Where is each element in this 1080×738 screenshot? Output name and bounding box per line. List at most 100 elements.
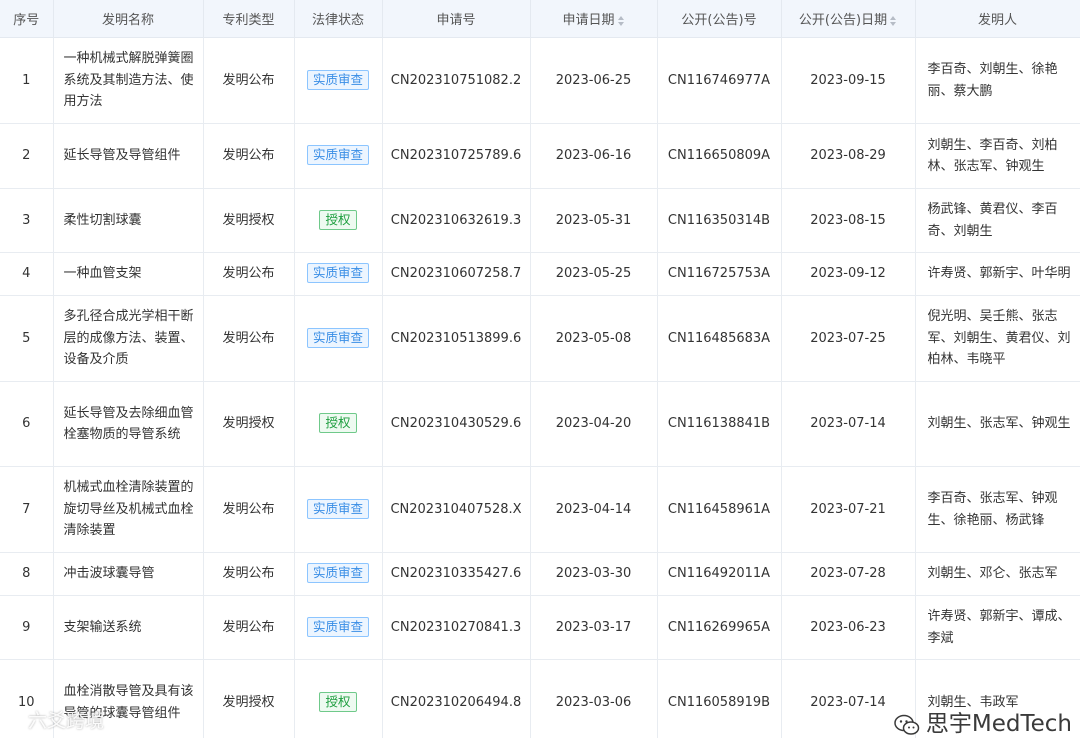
status-badge: 授权 xyxy=(319,209,357,230)
header-application-date-label: 申请日期 xyxy=(562,13,615,28)
cell-patent-type: 发明公布 xyxy=(203,552,295,596)
table-row[interactable]: 3 柔性切割球囊 发明授权 授权 CN202310632619.3 2023-05-31 C… xyxy=(0,188,1080,253)
cell-publication-date: 2023-07-14 xyxy=(781,381,916,467)
header-publication-date[interactable]: 公开(公告)日期 xyxy=(781,0,916,38)
cell-invention-name: 冲击波球囊导管 xyxy=(53,552,204,596)
status-badge: 授权 xyxy=(319,413,357,434)
header-publication-number: 公开(公告)号 xyxy=(657,0,782,38)
table-row[interactable]: 4 一种血管支架 发明公布 实质审查 CN202310607258.7 2023-05-2… xyxy=(0,252,1080,296)
watermark-right: 思宇MedTech xyxy=(894,704,1072,738)
cell-patent-type: 发明公布 xyxy=(203,595,295,660)
status-badge: 实质审查 xyxy=(306,327,369,348)
status-badge: 实质审查 xyxy=(306,616,369,637)
cell-index: 4 xyxy=(0,252,54,296)
table-row[interactable]: 6 延长导管及去除细血管栓塞物质的导管系统 发明授权 授权 CN202310430529… xyxy=(0,381,1080,467)
cell-application-date: 2023-06-25 xyxy=(530,37,658,124)
cell-patent-type: 发明公布 xyxy=(203,252,295,296)
header-index: 序号 xyxy=(0,0,54,38)
cell-patent-type: 发明公布 xyxy=(203,37,295,124)
cell-inventors: 刘朝生、张志军、钟观生 xyxy=(915,381,1080,467)
watermark-left: 六爻跨境 xyxy=(4,706,104,733)
cell-invention-name: 延长导管及导管组件 xyxy=(53,123,204,189)
cell-legal-status: 实质审查 xyxy=(294,295,383,382)
table-row[interactable]: 9 支架输送系统 发明公布 实质审查 CN202310270841.3 2023-03-1… xyxy=(0,595,1080,660)
cell-application-number: CN202310270841.3 xyxy=(382,595,531,660)
cell-inventors: 李百奇、刘朝生、徐艳丽、蔡大鹏 xyxy=(915,37,1080,124)
cell-publication-number: CN116458961A xyxy=(657,466,782,553)
cell-publication-number: CN116485683A xyxy=(657,295,782,382)
cell-publication-number: CN116058919B xyxy=(657,659,782,738)
cell-publication-date: 2023-07-21 xyxy=(781,466,916,553)
cell-application-number: CN202310430529.6 xyxy=(382,381,531,467)
table-row[interactable]: 7 机械式血栓清除装置的旋切导丝及机械式血栓清除装置 发明公布 实质审查 CN20231… xyxy=(0,466,1080,553)
cell-patent-type: 发明授权 xyxy=(203,381,295,467)
cell-patent-type: 发明授权 xyxy=(203,188,295,253)
cell-publication-number: CN116746977A xyxy=(657,37,782,124)
cell-publication-date: 2023-06-23 xyxy=(781,595,916,660)
table-row[interactable]: 1 一种机械式解脱弹簧圈系统及其制造方法、使用方法 发明公布 实质审查 CN202310… xyxy=(0,37,1080,124)
cell-index: 1 xyxy=(0,37,54,124)
wechat-icon xyxy=(894,714,920,735)
cell-patent-type: 发明公布 xyxy=(203,466,295,553)
table-row[interactable]: 2 延长导管及导管组件 发明公布 实质审查 CN202310725789.6 2023-0… xyxy=(0,123,1080,189)
table-header: 序号 发明名称 专利类型 法律状态 申请号 申请日期 公开(公告)号 公开(公告… xyxy=(0,0,1080,38)
cell-inventors: 刘朝生、邓仑、张志军 xyxy=(915,552,1080,596)
cell-legal-status: 授权 xyxy=(294,659,383,738)
status-badge: 实质审查 xyxy=(306,563,369,584)
cell-invention-name: 多孔径合成光学相干断层的成像方法、装置、设备及介质 xyxy=(53,295,204,382)
cell-inventors: 李百奇、张志军、钟观生、徐艳丽、杨武锋 xyxy=(915,466,1080,553)
cell-legal-status: 实质审查 xyxy=(294,552,383,596)
cell-application-date: 2023-06-16 xyxy=(530,123,658,189)
cell-patent-type: 发明公布 xyxy=(203,123,295,189)
status-badge: 实质审查 xyxy=(306,263,369,284)
cell-invention-name: 机械式血栓清除装置的旋切导丝及机械式血栓清除装置 xyxy=(53,466,204,553)
status-badge: 实质审查 xyxy=(306,498,369,519)
cell-application-date: 2023-03-06 xyxy=(530,659,658,738)
cell-publication-date: 2023-07-25 xyxy=(781,295,916,382)
cell-publication-date: 2023-08-15 xyxy=(781,188,916,253)
table-row[interactable]: 8 冲击波球囊导管 发明公布 实质审查 CN202310335427.6 2023-03-… xyxy=(0,552,1080,596)
cell-patent-type: 发明公布 xyxy=(203,295,295,382)
cell-invention-name: 支架输送系统 xyxy=(53,595,204,660)
cell-legal-status: 授权 xyxy=(294,381,383,467)
cell-publication-date: 2023-09-15 xyxy=(781,37,916,124)
cell-invention-name: 一种血管支架 xyxy=(53,252,204,296)
cell-invention-name: 一种机械式解脱弹簧圈系统及其制造方法、使用方法 xyxy=(53,37,204,124)
cell-inventors: 许寿贤、郭新宇、叶华明 xyxy=(915,252,1080,296)
sort-icon[interactable] xyxy=(617,15,625,26)
header-publication-date-label: 公开(公告)日期 xyxy=(798,13,888,28)
cell-publication-date: 2023-09-12 xyxy=(781,252,916,296)
header-application-number: 申请号 xyxy=(382,0,531,38)
cell-publication-number: CN116350314B xyxy=(657,188,782,253)
cell-application-number: CN202310632619.3 xyxy=(382,188,531,253)
status-badge: 授权 xyxy=(319,691,357,712)
watermark-left-text: 六爻跨境 xyxy=(28,710,105,732)
cell-index: 5 xyxy=(0,295,54,382)
cell-legal-status: 授权 xyxy=(294,188,383,253)
cell-application-number: CN202310607258.7 xyxy=(382,252,531,296)
watermark-right-text: 思宇MedTech xyxy=(925,711,1072,737)
cell-legal-status: 实质审查 xyxy=(294,37,383,124)
cell-legal-status: 实质审查 xyxy=(294,466,383,553)
header-application-date[interactable]: 申请日期 xyxy=(530,0,658,38)
status-badge: 实质审查 xyxy=(306,145,369,166)
cell-inventors: 刘朝生、李百奇、刘柏林、张志军、钟观生 xyxy=(915,123,1080,189)
cell-legal-status: 实质审查 xyxy=(294,252,383,296)
patent-table: 序号 发明名称 专利类型 法律状态 申请号 申请日期 公开(公告)号 公开(公告… xyxy=(0,0,1080,738)
weibo-icon xyxy=(4,714,24,730)
status-badge: 实质审查 xyxy=(306,69,369,90)
cell-legal-status: 实质审查 xyxy=(294,595,383,660)
cell-publication-date: 2023-08-29 xyxy=(781,123,916,189)
sort-icon[interactable] xyxy=(890,15,897,26)
table-row[interactable]: 5 多孔径合成光学相干断层的成像方法、装置、设备及介质 发明公布 实质审查 CN2023… xyxy=(0,295,1080,382)
cell-inventors: 许寿贤、郭新宇、谭成、李斌 xyxy=(915,595,1080,660)
cell-publication-number: CN116138841B xyxy=(657,381,782,467)
cell-application-date: 2023-03-30 xyxy=(530,552,658,596)
cell-legal-status: 实质审查 xyxy=(294,123,383,189)
cell-patent-type: 发明授权 xyxy=(203,659,295,738)
cell-index: 3 xyxy=(0,188,54,253)
cell-index: 8 xyxy=(0,552,54,596)
header-legal-status: 法律状态 xyxy=(294,0,383,38)
cell-index: 9 xyxy=(0,595,54,660)
cell-publication-date: 2023-07-28 xyxy=(781,552,916,596)
